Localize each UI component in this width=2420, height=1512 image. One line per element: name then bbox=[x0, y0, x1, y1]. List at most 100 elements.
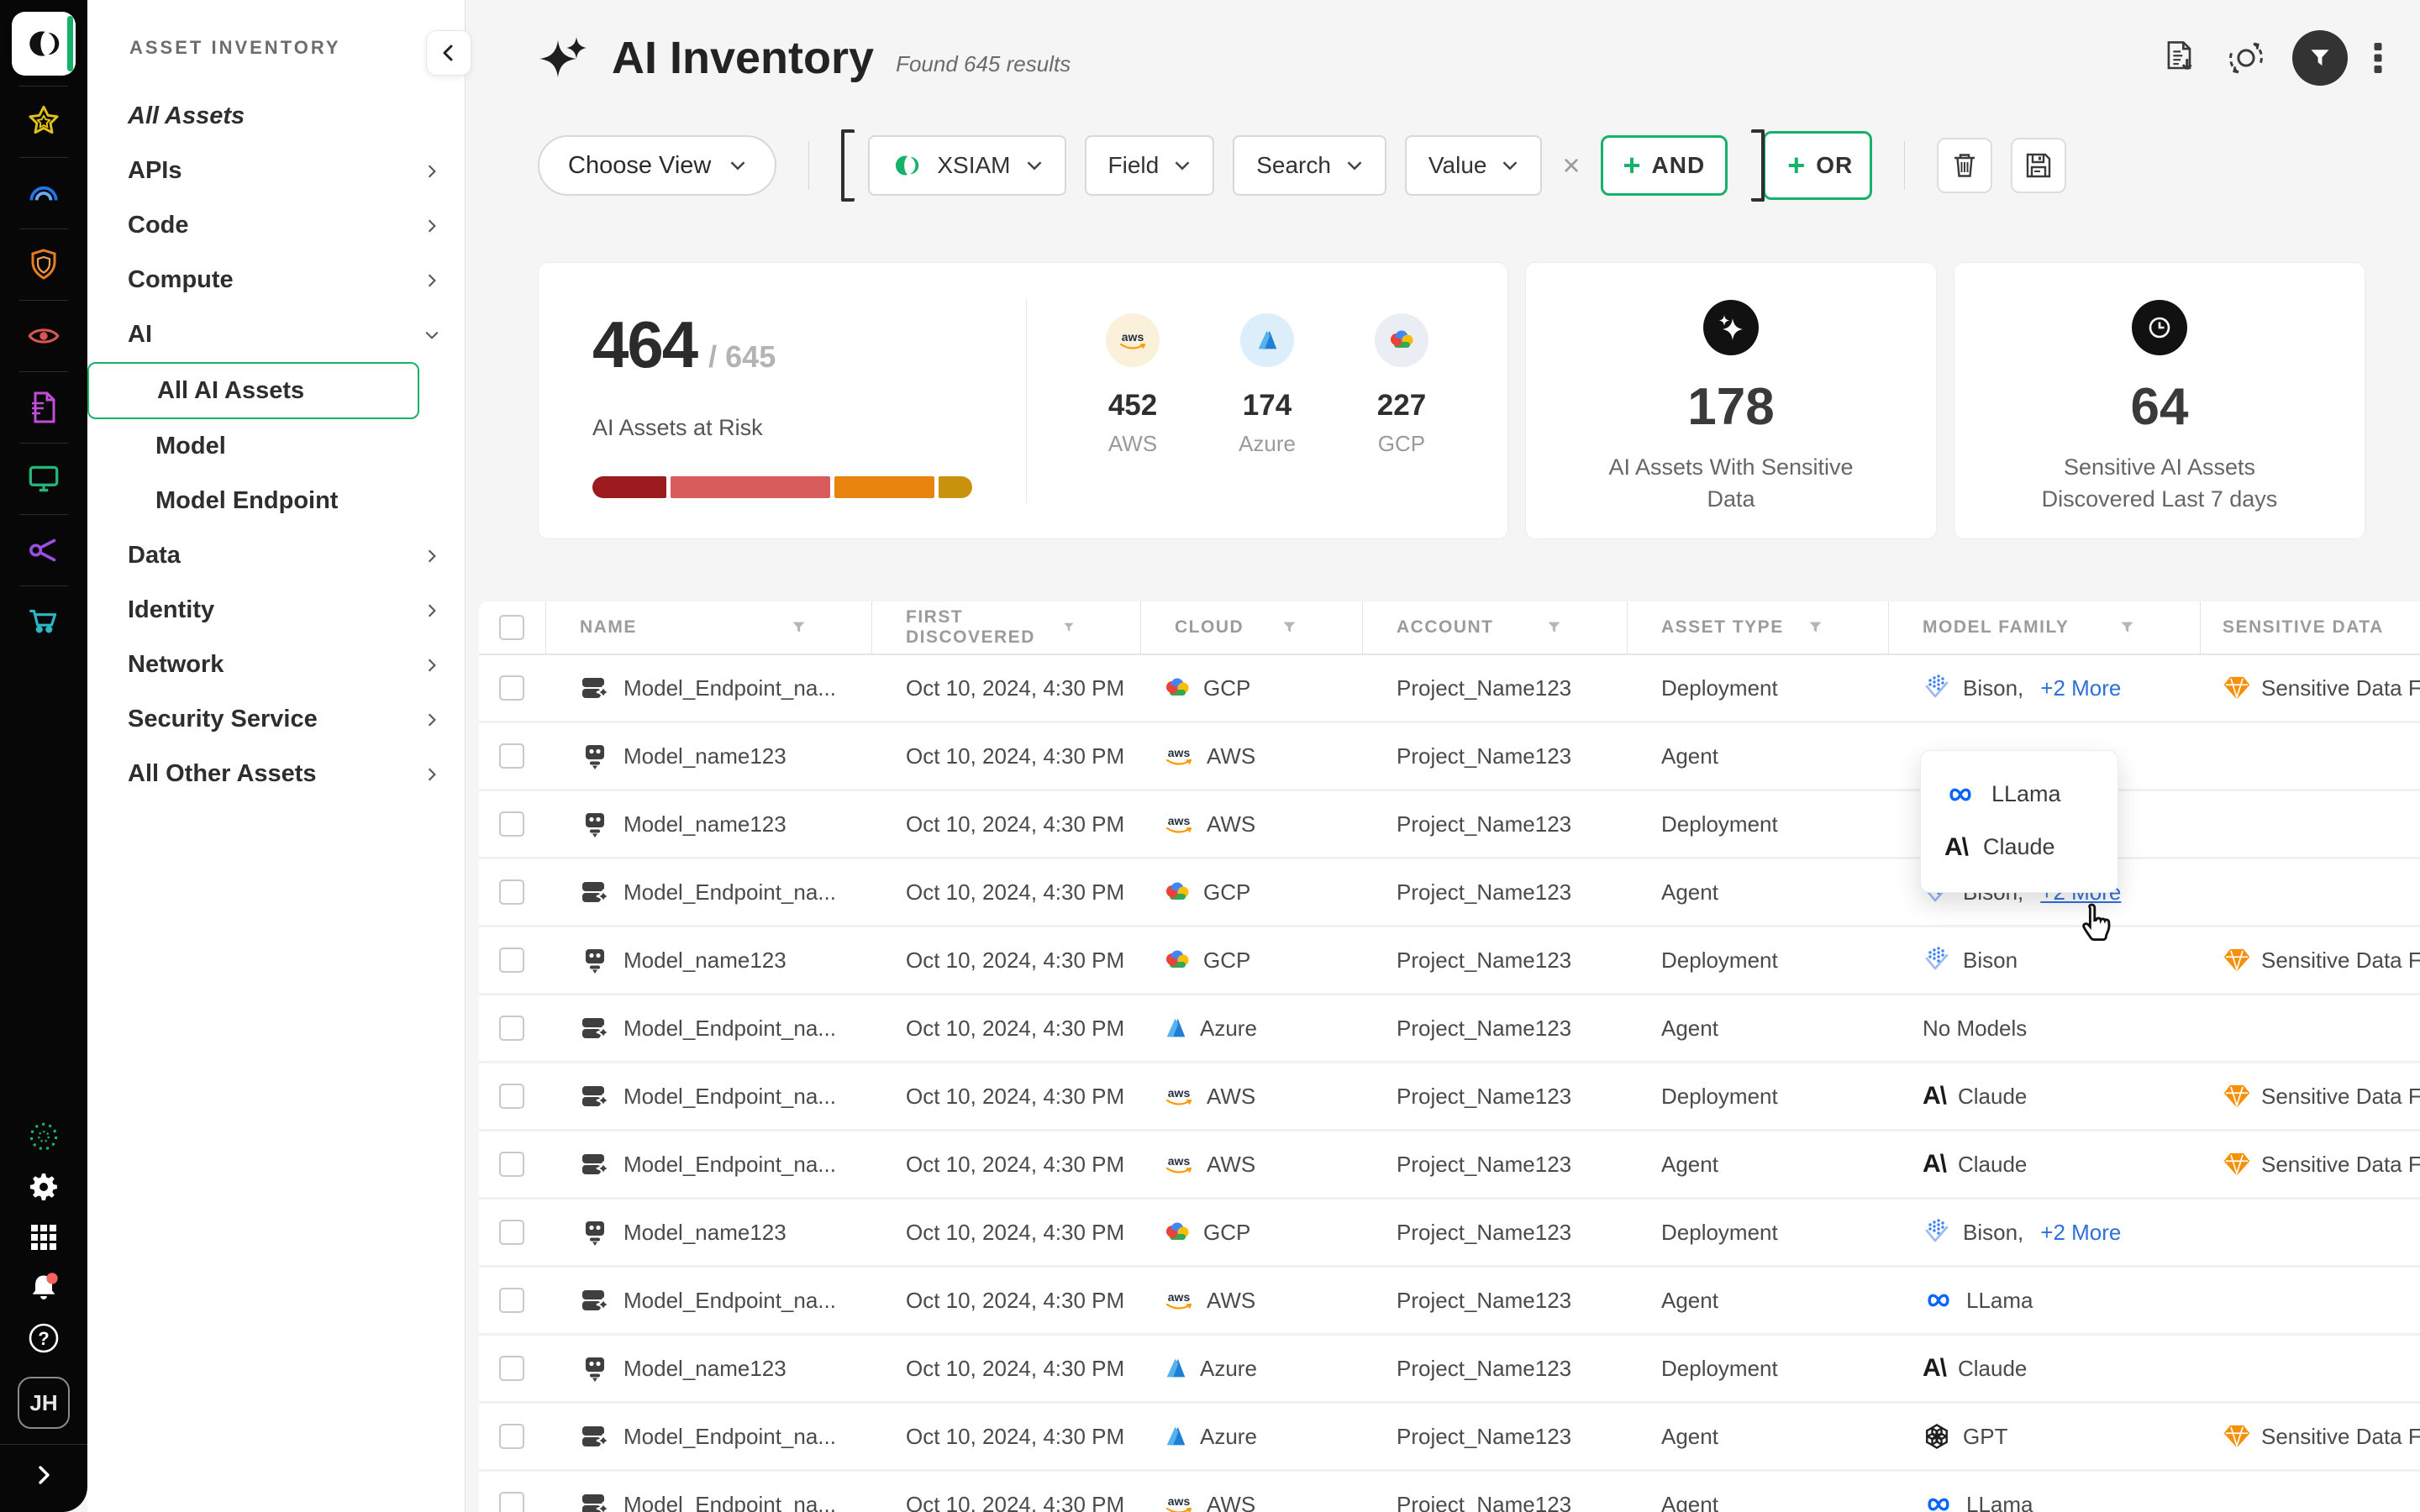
choose-view-dropdown[interactable]: Choose View bbox=[538, 135, 776, 196]
avatar[interactable]: JH bbox=[18, 1377, 70, 1429]
sync-status-icon[interactable] bbox=[18, 1111, 69, 1162]
table-row[interactable]: Model_Endpoint_na... Oct 10, 2024, 4:30 … bbox=[479, 995, 2420, 1063]
sidebar-item-model-endpoint[interactable]: Model Endpoint bbox=[87, 474, 465, 528]
asset-name-cell[interactable]: Model_Endpoint_na... bbox=[546, 1404, 872, 1469]
column-header-model-family[interactable]: MODEL FAMILY bbox=[1889, 601, 2201, 654]
sidebar-item-security-service[interactable]: Security Service bbox=[87, 692, 465, 747]
table-row[interactable]: Model_Endpoint_na... Oct 10, 2024, 4:30 … bbox=[479, 1131, 2420, 1200]
table-row[interactable]: Model_name123 Oct 10, 2024, 4:30 PM aws … bbox=[479, 791, 2420, 859]
sidebar-item-compute[interactable]: Compute bbox=[87, 253, 465, 307]
favorites-star-icon[interactable] bbox=[18, 97, 69, 147]
table-row[interactable]: Model_Endpoint_na... Oct 10, 2024, 4:30 … bbox=[479, 1268, 2420, 1336]
select-all-checkbox[interactable] bbox=[499, 615, 524, 640]
asset-name-cell[interactable]: Model_Endpoint_na... bbox=[546, 1131, 872, 1197]
settings-gear-icon[interactable] bbox=[18, 1162, 69, 1212]
sidebar-item-all-assets[interactable]: All Assets bbox=[87, 89, 465, 144]
integrations-branch-icon[interactable] bbox=[18, 525, 69, 575]
save-query-button[interactable] bbox=[2011, 138, 2066, 193]
source-dropdown[interactable]: XSIAM bbox=[868, 135, 1065, 196]
column-filter-icon[interactable] bbox=[1808, 621, 1823, 634]
sidebar-item-data[interactable]: Data bbox=[87, 528, 465, 583]
sidebar-item-code[interactable]: Code bbox=[87, 198, 465, 253]
sidebar-item-apis[interactable]: APIs bbox=[87, 144, 465, 198]
threat-eye-icon[interactable] bbox=[18, 311, 69, 361]
notifications-bell-icon[interactable] bbox=[18, 1263, 69, 1313]
popup-item-llama[interactable]: LLama bbox=[1944, 781, 2094, 807]
sidebar-item-ai[interactable]: AI bbox=[87, 307, 465, 362]
expand-rail-chevron-icon[interactable] bbox=[18, 1450, 69, 1500]
model-more-link[interactable]: +2 More bbox=[2040, 675, 2121, 701]
table-row[interactable]: Model_name123 Oct 10, 2024, 4:30 PM aws … bbox=[479, 723, 2420, 791]
row-checkbox[interactable] bbox=[499, 743, 524, 769]
apps-grid-icon[interactable] bbox=[18, 1212, 69, 1263]
row-checkbox[interactable] bbox=[499, 1016, 524, 1041]
column-filter-icon[interactable] bbox=[1063, 621, 1075, 634]
search-dropdown[interactable]: Search bbox=[1233, 135, 1386, 196]
column-filter-icon[interactable] bbox=[2120, 621, 2134, 634]
sidebar-item-network[interactable]: Network bbox=[87, 638, 465, 692]
field-dropdown[interactable]: Field bbox=[1085, 135, 1215, 196]
sidebar-item-all-other-assets[interactable]: All Other Assets bbox=[87, 747, 465, 801]
row-checkbox[interactable] bbox=[499, 1288, 524, 1313]
collapse-sidebar-button[interactable] bbox=[426, 30, 471, 76]
asset-name-cell[interactable]: Model_name123 bbox=[546, 927, 872, 993]
column-header-cloud[interactable]: CLOUD bbox=[1141, 601, 1363, 654]
table-row[interactable]: Model_Endpoint_na... Oct 10, 2024, 4:30 … bbox=[479, 655, 2420, 723]
asset-name-cell[interactable]: Model_name123 bbox=[546, 791, 872, 857]
table-row[interactable]: Model_Endpoint_na... Oct 10, 2024, 4:30 … bbox=[479, 1472, 2420, 1512]
column-header-name[interactable]: NAME bbox=[546, 601, 872, 654]
asset-name-cell[interactable]: Model_name123 bbox=[546, 1336, 872, 1401]
column-header-sensitive-data[interactable]: SENSITIVE DATA bbox=[2201, 601, 2420, 654]
asset-name-cell[interactable]: Model_Endpoint_na... bbox=[546, 995, 872, 1061]
table-row[interactable]: Model_Endpoint_na... Oct 10, 2024, 4:30 … bbox=[479, 859, 2420, 927]
column-header-account[interactable]: ACCOUNT bbox=[1363, 601, 1628, 654]
popup-item-claude[interactable]: A\ Claude bbox=[1944, 833, 2094, 862]
refresh-sync-button[interactable] bbox=[2225, 37, 2267, 79]
add-and-button[interactable]: + AND bbox=[1601, 135, 1728, 196]
asset-name-cell[interactable]: Model_Endpoint_na... bbox=[546, 1268, 872, 1333]
column-filter-icon[interactable] bbox=[1547, 621, 1561, 634]
row-checkbox[interactable] bbox=[499, 811, 524, 837]
delete-query-button[interactable] bbox=[1937, 138, 1992, 193]
observability-arc-icon[interactable] bbox=[18, 168, 69, 218]
row-checkbox[interactable] bbox=[499, 1356, 524, 1381]
add-or-button[interactable]: + OR bbox=[1763, 131, 1872, 200]
table-row[interactable]: Model_name123 Oct 10, 2024, 4:30 PM GCP … bbox=[479, 927, 2420, 995]
row-checkbox[interactable] bbox=[499, 948, 524, 973]
endpoint-monitor-icon[interactable] bbox=[18, 454, 69, 504]
cortex-logo[interactable] bbox=[12, 12, 76, 76]
filter-button[interactable] bbox=[2292, 30, 2348, 86]
kebab-menu-icon[interactable] bbox=[2373, 39, 2383, 76]
row-checkbox[interactable] bbox=[499, 1424, 524, 1449]
asset-name-cell[interactable]: Model_Endpoint_na... bbox=[546, 859, 872, 925]
asset-name-cell[interactable]: Model_name123 bbox=[546, 723, 872, 789]
security-shield-icon[interactable] bbox=[18, 239, 69, 290]
sidebar-item-model[interactable]: Model bbox=[87, 419, 465, 474]
asset-name-cell[interactable]: Model_Endpoint_na... bbox=[546, 655, 872, 721]
column-filter-icon[interactable] bbox=[792, 621, 806, 634]
column-filter-icon[interactable] bbox=[1282, 621, 1297, 634]
model-more-link[interactable]: +2 More bbox=[2040, 1220, 2121, 1246]
row-checkbox[interactable] bbox=[499, 1152, 524, 1177]
column-header-first-discovered[interactable]: FIRST DISCOVERED bbox=[872, 601, 1141, 654]
table-row[interactable]: Model_Endpoint_na... Oct 10, 2024, 4:30 … bbox=[479, 1404, 2420, 1472]
row-checkbox[interactable] bbox=[499, 1220, 524, 1245]
sidebar-item-all-ai-assets[interactable]: All AI Assets bbox=[87, 362, 419, 419]
help-icon[interactable]: ? bbox=[18, 1313, 69, 1363]
table-row[interactable]: Model_name123 Oct 10, 2024, 4:30 PM GCP … bbox=[479, 1200, 2420, 1268]
row-checkbox[interactable] bbox=[499, 1492, 524, 1512]
remove-filter-icon[interactable]: × bbox=[1562, 148, 1580, 183]
row-checkbox[interactable] bbox=[499, 675, 524, 701]
export-report-button[interactable] bbox=[2160, 38, 2200, 78]
sidebar-item-identity[interactable]: Identity bbox=[87, 583, 465, 638]
asset-name-cell[interactable]: Model_name123 bbox=[546, 1200, 872, 1265]
value-dropdown[interactable]: Value bbox=[1405, 135, 1543, 196]
marketplace-cart-icon[interactable] bbox=[18, 596, 69, 647]
row-checkbox[interactable] bbox=[499, 879, 524, 905]
table-row[interactable]: Model_Endpoint_na... Oct 10, 2024, 4:30 … bbox=[479, 1063, 2420, 1131]
asset-name-cell[interactable]: Model_Endpoint_na... bbox=[546, 1472, 872, 1512]
reports-document-icon[interactable] bbox=[18, 382, 69, 433]
asset-name-cell[interactable]: Model_Endpoint_na... bbox=[546, 1063, 872, 1129]
table-row[interactable]: Model_name123 Oct 10, 2024, 4:30 PM Azur… bbox=[479, 1336, 2420, 1404]
column-header-asset-type[interactable]: ASSET TYPE bbox=[1628, 601, 1889, 654]
